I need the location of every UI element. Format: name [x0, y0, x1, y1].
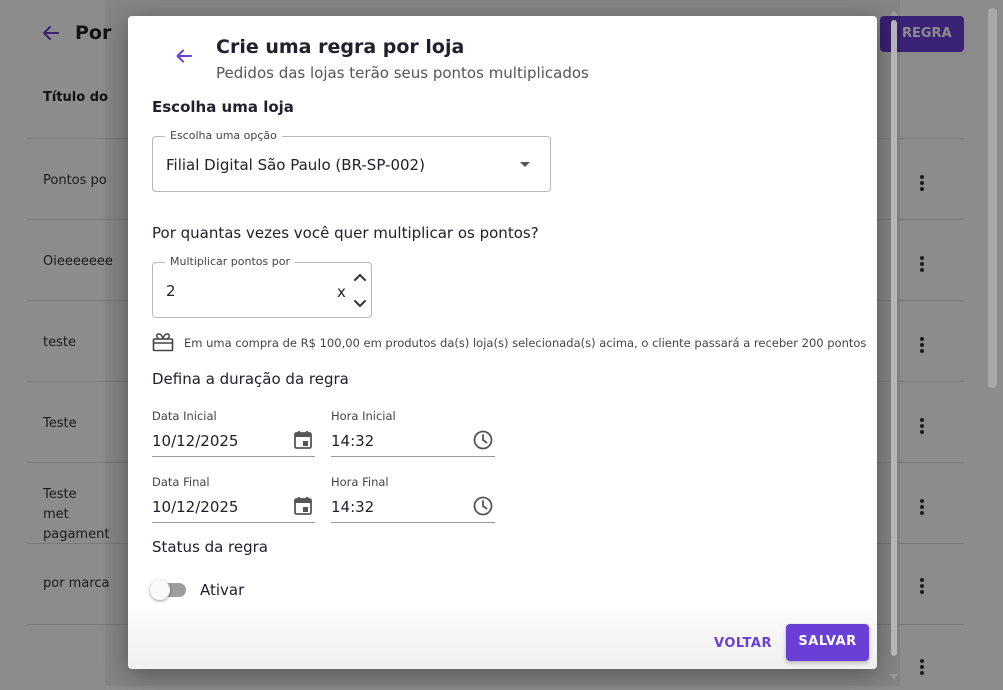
activate-toggle[interactable] — [150, 580, 170, 600]
chevron-down-icon[interactable] — [353, 296, 367, 310]
back-arrow-icon[interactable] — [174, 46, 194, 66]
store-select[interactable]: Escolha uma opção Filial Digital São Pau… — [152, 129, 551, 192]
dialog-subtitle: Pedidos das lojas terão seus pontos mult… — [216, 64, 589, 82]
points-info-text: Em uma compra de R$ 100,00 em produtos d… — [184, 336, 867, 350]
multiplier-value: 2 — [166, 282, 176, 300]
end-time-label: Hora Final — [331, 475, 389, 489]
clock-icon[interactable] — [472, 429, 494, 451]
multiplier-suffix: x — [337, 283, 346, 301]
end-time-value[interactable]: 14:32 — [331, 498, 374, 516]
multiplier-label: Multiplicar pontos por — [165, 255, 295, 268]
chevron-up-icon[interactable] — [353, 269, 367, 283]
calendar-icon[interactable] — [292, 495, 314, 517]
end-time-underline — [331, 522, 495, 523]
start-date-underline — [152, 456, 315, 457]
dialog-title: Crie uma regra por loja — [216, 36, 465, 58]
calendar-icon[interactable] — [292, 429, 314, 451]
store-select-value: Filial Digital São Paulo (BR-SP-002) — [166, 156, 425, 174]
end-date-label: Data Final — [152, 475, 210, 489]
status-section-heading: Status da regra — [152, 538, 268, 556]
end-date-underline — [152, 522, 315, 523]
store-section-heading: Escolha uma loja — [152, 98, 294, 116]
dropdown-caret-icon — [520, 162, 530, 167]
scroll-up-arrow-icon[interactable] — [890, 10, 898, 16]
clock-icon[interactable] — [472, 495, 494, 517]
gift-icon — [152, 332, 174, 352]
create-rule-dialog: Crie uma regra por loja Pedidos das loja… — [128, 16, 877, 669]
start-date-label: Data Inicial — [152, 409, 217, 423]
dialog-scrollbar[interactable] — [891, 20, 897, 656]
start-time-value[interactable]: 14:32 — [331, 432, 374, 450]
page-scrollbar[interactable] — [988, 8, 997, 388]
start-date-value[interactable]: 10/12/2025 — [152, 432, 238, 450]
end-date-value[interactable]: 10/12/2025 — [152, 498, 238, 516]
back-button[interactable]: VOLTAR — [710, 628, 776, 658]
save-button[interactable]: SALVAR — [786, 624, 869, 661]
duration-section-heading: Defina a duração da regra — [152, 370, 349, 388]
multiplier-section-heading: Por quantas vezes você quer multiplicar … — [152, 224, 539, 242]
activate-toggle-label: Ativar — [200, 581, 245, 599]
start-time-label: Hora Inicial — [331, 409, 396, 423]
multiplier-input[interactable]: Multiplicar pontos por 2 x — [152, 255, 372, 318]
store-select-label: Escolha uma opção — [165, 129, 282, 142]
start-time-underline — [331, 456, 495, 457]
scroll-down-arrow-icon[interactable] — [890, 674, 898, 680]
